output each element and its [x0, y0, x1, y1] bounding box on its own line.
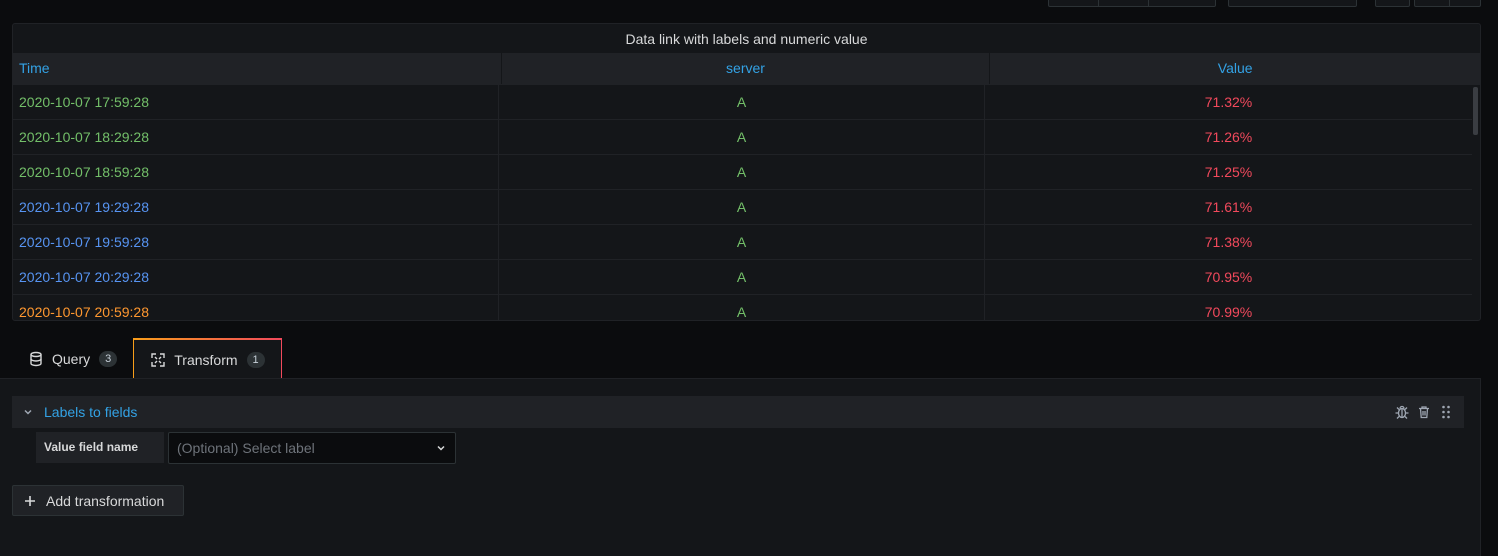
cell-value: 71.61% [1204, 199, 1253, 215]
value-field-row: Value field name (Optional) Select label [36, 432, 456, 464]
cell-value: 70.99% [1204, 304, 1253, 320]
chevron-down-icon [437, 445, 445, 451]
tab-query[interactable]: Query 3 [12, 338, 133, 379]
cell-time[interactable]: 2020-10-07 18:29:28 [13, 120, 499, 154]
refresh-controls[interactable] [1228, 0, 1357, 7]
transform-editor: Labels to fields Value field name (Optio… [0, 378, 1481, 556]
transformation-actions [1394, 404, 1454, 420]
cell-server: A [499, 120, 985, 154]
transformation-header[interactable]: Labels to fields [12, 396, 1464, 428]
table-row: 2020-10-07 20:59:28 A 70.99% [13, 295, 1472, 320]
cell-time[interactable]: 2020-10-07 17:59:28 [13, 85, 499, 119]
cell-time[interactable]: 2020-10-07 18:59:28 [13, 155, 499, 189]
editor-tabs: Query 3 Transform 1 [12, 338, 282, 380]
cell-server: A [499, 260, 985, 294]
trash-icon[interactable] [1416, 404, 1432, 420]
cell-value: 71.32% [1204, 94, 1253, 110]
transformation-name[interactable]: Labels to fields [44, 404, 137, 420]
cell-value: 70.95% [1204, 269, 1253, 285]
data-table: Time server Value 2020-10-07 17:59:28 A 71… [13, 53, 1480, 320]
cell-time[interactable]: 2020-10-07 20:29:28 [13, 260, 499, 294]
table-row: 2020-10-07 19:29:28 A 71.61% [13, 190, 1472, 225]
cell-server: A [499, 295, 985, 320]
table-header: Time server Value [13, 53, 1480, 85]
table-row: 2020-10-07 17:59:28 A 71.32% [13, 85, 1472, 120]
cell-server: A [499, 155, 985, 189]
toolbar-button[interactable] [1450, 0, 1480, 6]
bug-icon[interactable] [1394, 404, 1410, 420]
table-body: 2020-10-07 17:59:28 A 71.32% 2020-10-07 18:… [13, 85, 1472, 320]
panel-title: Data link with labels and numeric value [625, 31, 868, 47]
tab-label: Query [52, 350, 91, 367]
time-range-controls[interactable] [1048, 0, 1216, 7]
toolbar-button[interactable] [1049, 0, 1100, 6]
panel-view-button[interactable] [1375, 0, 1410, 7]
database-icon [30, 351, 42, 366]
table-scrollbar[interactable] [1473, 87, 1478, 135]
cell-server: A [499, 225, 985, 259]
select-label-dropdown[interactable]: (Optional) Select label [168, 432, 456, 464]
cell-time[interactable]: 2020-10-07 20:59:28 [13, 295, 499, 320]
tab-count-badge: 1 [246, 351, 265, 368]
toolbar-button[interactable] [1149, 0, 1215, 6]
tab-label: Transform [174, 351, 238, 368]
cell-server: A [499, 190, 985, 224]
column-header-time[interactable]: Time [13, 53, 502, 84]
panel-options-group[interactable] [1414, 0, 1481, 7]
add-transformation-label: Add transformation [46, 492, 165, 509]
cell-value: 71.26% [1204, 129, 1253, 145]
cell-time[interactable]: 2020-10-07 19:59:28 [13, 225, 499, 259]
cell-time[interactable]: 2020-10-07 19:29:28 [13, 190, 499, 224]
table-row: 2020-10-07 18:59:28 A 71.25% [13, 155, 1472, 190]
tab-count-badge: 3 [99, 350, 118, 367]
drag-handle-icon[interactable] [1438, 404, 1454, 420]
chevron-down-icon[interactable] [23, 407, 33, 417]
column-header-value[interactable]: Value [990, 53, 1480, 84]
add-transformation-button[interactable]: Add transformation [12, 485, 184, 516]
cell-server: A [499, 85, 985, 119]
select-placeholder: (Optional) Select label [177, 440, 315, 456]
table-panel: Data link with labels and numeric value … [12, 23, 1481, 321]
toolbar-button[interactable] [1099, 0, 1149, 6]
plus-icon [25, 495, 35, 506]
table-row: 2020-10-07 18:29:28 A 71.26% [13, 120, 1472, 155]
table-row: 2020-10-07 19:59:28 A 71.38% [13, 225, 1472, 260]
value-field-name-label: Value field name [36, 432, 164, 463]
table-row: 2020-10-07 20:29:28 A 70.95% [13, 260, 1472, 295]
toolbar-button[interactable] [1415, 0, 1450, 6]
tab-transform[interactable]: Transform 1 [133, 338, 282, 380]
cell-value: 71.38% [1204, 234, 1253, 250]
column-header-server[interactable]: server [502, 53, 991, 84]
cell-value: 71.25% [1204, 164, 1253, 180]
transform-icon [151, 352, 165, 367]
